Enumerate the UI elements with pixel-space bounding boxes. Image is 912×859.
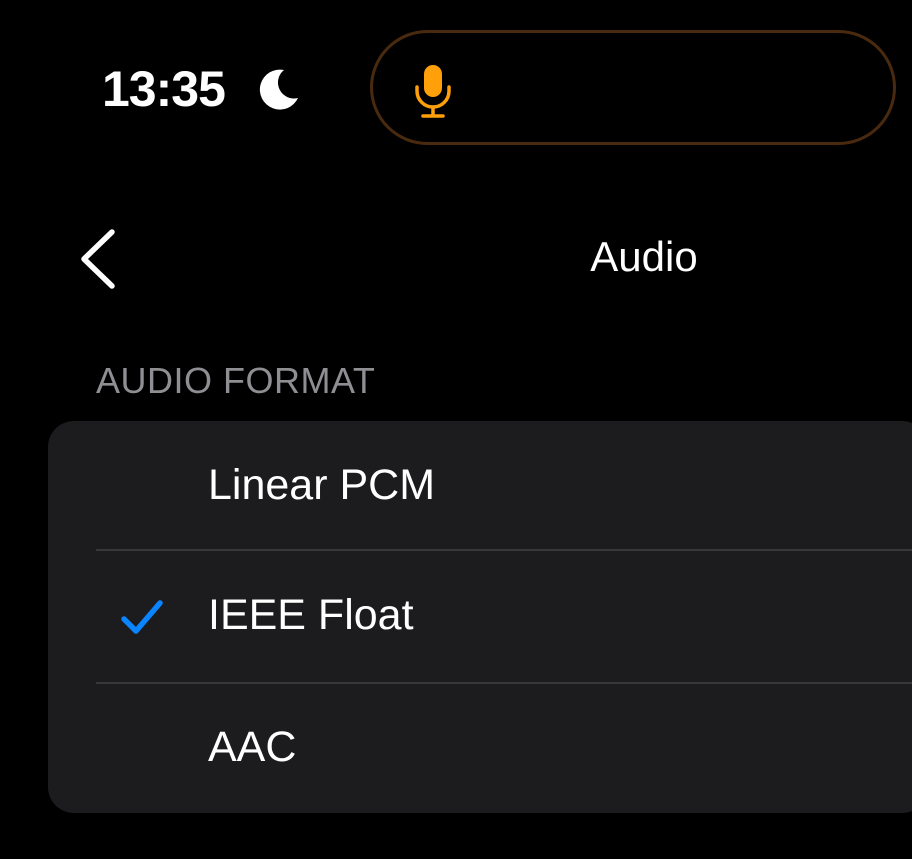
chevron-left-icon [81,229,115,289]
page-title: Audio [590,233,698,280]
back-button[interactable] [74,226,122,292]
option-label: IEEE Float [208,591,414,639]
option-linear-pcm[interactable]: Linear PCM [48,421,912,551]
section-header-audio-format: AUDIO FORMAT [96,360,376,401]
option-ieee-float[interactable]: IEEE Float [48,551,912,681]
microphone-icon [415,65,451,118]
mic-indicator-pill[interactable] [370,30,896,145]
moon-icon [259,69,298,110]
checkmark-icon [121,600,163,634]
option-label: AAC [208,723,297,771]
option-aac[interactable]: AAC [48,683,912,813]
option-label: Linear PCM [208,461,436,509]
status-time: 13:35 [102,61,226,117]
audio-format-list: Linear PCM IEEE Float AAC [48,421,912,813]
